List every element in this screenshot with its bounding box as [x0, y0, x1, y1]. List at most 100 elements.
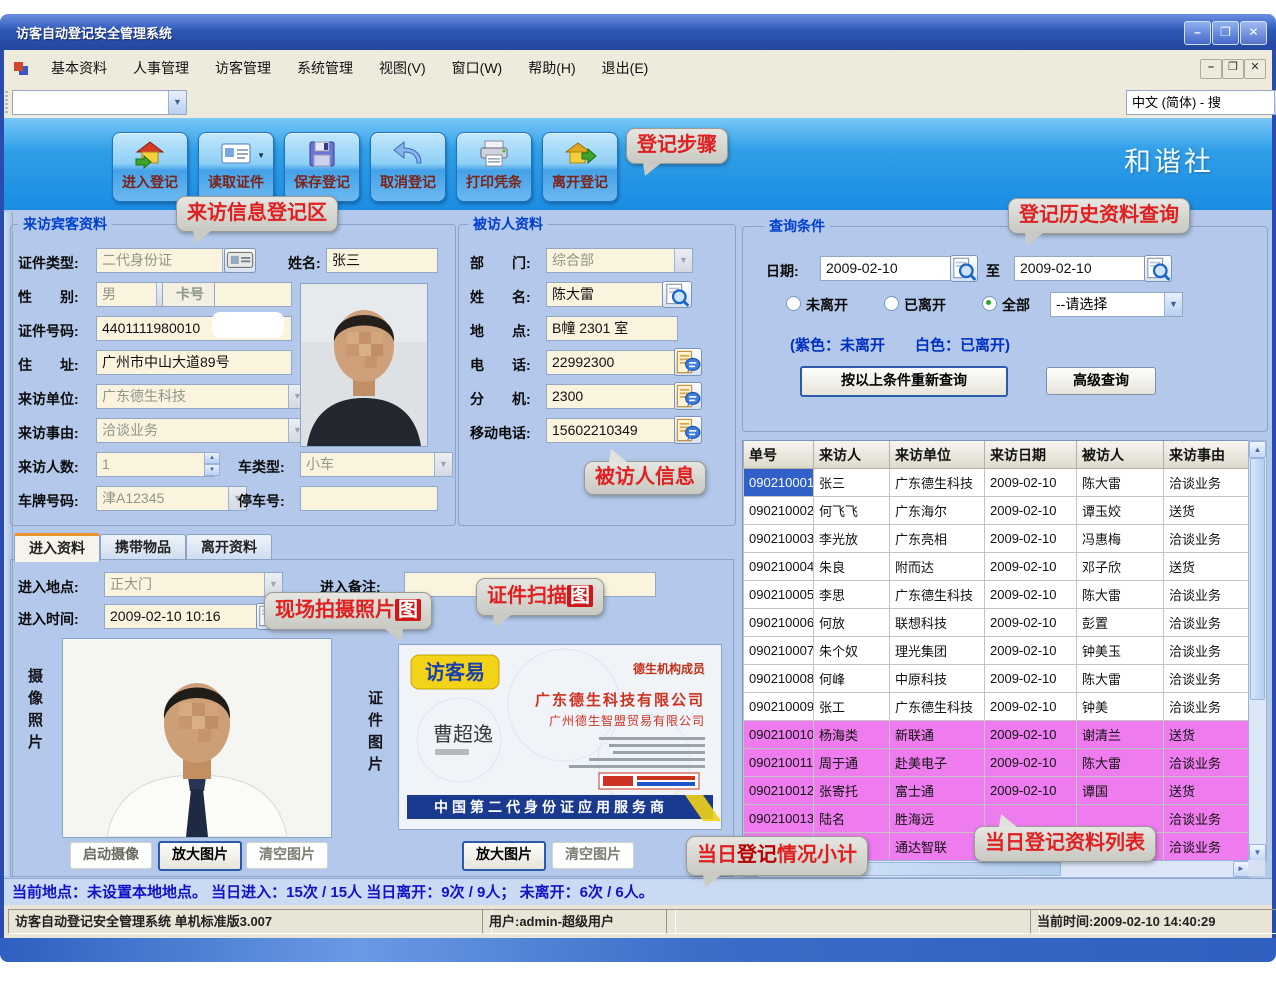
status-select[interactable]: --请选择▼ — [1050, 292, 1183, 317]
card-zoom-button[interactable]: 放大图片 — [462, 841, 546, 871]
enter-place-select[interactable]: 正大门▼ — [104, 572, 283, 597]
table-row[interactable]: 090210012张寄托富士通2009-02-10谭国送货 — [744, 777, 1250, 805]
plate-no-select[interactable]: 津A12345▼ — [96, 486, 247, 511]
table-row[interactable]: 090210008何峰中原科技2009-02-10陈大雷洽谈业务 — [744, 665, 1250, 693]
toolbar-grip[interactable] — [5, 91, 8, 113]
menu-item-2[interactable]: 人事管理 — [120, 58, 202, 78]
ext-note-button[interactable] — [674, 382, 702, 410]
requery-button[interactable]: 按以上条件重新查询 — [800, 366, 1008, 397]
table-vscrollbar[interactable]: ▲ ▼ — [1248, 440, 1267, 862]
table-row[interactable]: 090210006何放联想科技2009-02-10彭置洽谈业务 — [744, 609, 1250, 637]
menu-item-3[interactable]: 访客管理 — [202, 58, 284, 78]
table-row[interactable]: 090210004朱良附而达2009-02-10邓子欣送货 — [744, 553, 1250, 581]
language-select[interactable]: 中文 (简体) - 搜▼ — [1126, 90, 1276, 115]
phone-input[interactable]: 22992300 — [546, 350, 678, 375]
parking-no-input[interactable] — [300, 486, 438, 511]
mobile-input[interactable]: 15602210349 — [546, 418, 678, 443]
visitor-name-input[interactable]: 张三 — [326, 248, 438, 273]
column-header[interactable]: 来访日期 — [985, 441, 1077, 469]
table-row[interactable]: 090210005李思广东德生科技2009-02-10陈大雷洽谈业务 — [744, 581, 1250, 609]
table-row[interactable]: 090210003李光放广东亮相2009-02-10冯惠梅洽谈业务 — [744, 525, 1250, 553]
photo-clear-button[interactable]: 清空图片 — [246, 842, 328, 869]
column-header[interactable]: 被访人 — [1077, 441, 1164, 469]
tab-enter-info[interactable]: 进入资料 — [14, 533, 100, 562]
cert-type-select[interactable]: 二代身份证▼ — [96, 248, 241, 273]
table-row[interactable]: 090210002何飞飞广东海尔2009-02-10谭玉姣送货 — [744, 497, 1250, 525]
start-camera-button[interactable]: 启动摄像 — [70, 842, 152, 869]
vscroll-thumb[interactable] — [1250, 458, 1265, 700]
toolbar-button-4[interactable]: 取消登记 — [370, 132, 446, 202]
chevron-down-icon[interactable]: ▼ — [434, 453, 452, 476]
column-header[interactable]: 单号 — [744, 441, 814, 469]
table-row[interactable]: 090210009张工广东德生科技2009-02-10钟美洽谈业务 — [744, 693, 1250, 721]
visit-company-select[interactable]: 广东德生科技▼ — [96, 384, 307, 409]
scroll-right-icon[interactable]: ► — [1233, 861, 1249, 877]
interviewee-search-button[interactable] — [662, 281, 692, 308]
toolbar-button-5[interactable]: 打印凭条 — [456, 132, 532, 202]
card-no-button[interactable]: 卡号 — [162, 282, 218, 307]
chevron-down-icon[interactable]: ▼ — [168, 91, 186, 114]
phone-note-button[interactable] — [674, 348, 702, 376]
enter-time-input[interactable]: 2009-02-10 10:16 — [104, 604, 264, 629]
date-label: 日期: — [766, 261, 799, 281]
visit-reason-select[interactable]: 洽谈业务▼ — [96, 418, 307, 443]
toolbar-button-3[interactable]: 保存登记 — [284, 132, 360, 202]
table-row[interactable]: 090210001张三广东德生科技2009-02-10陈大雷洽谈业务 — [744, 469, 1250, 497]
menu-item-8[interactable]: 退出(E) — [589, 58, 662, 78]
minimize-button[interactable]: – — [1184, 21, 1211, 45]
scroll-down-icon[interactable]: ▼ — [1249, 844, 1266, 861]
save-register-icon — [305, 139, 339, 169]
date-to-picker-button[interactable] — [1144, 255, 1172, 282]
toolbar-button-label: 进入登记 — [113, 172, 187, 192]
restore-button[interactable]: ❐ — [1212, 21, 1239, 45]
dept-select[interactable]: 综合部▼ — [546, 248, 693, 273]
chevron-down-icon[interactable]: ▼ — [1164, 293, 1182, 316]
menu-item-6[interactable]: 窗口(W) — [439, 58, 516, 78]
column-header[interactable]: 来访人 — [814, 441, 890, 469]
ext-input[interactable]: 2300 — [546, 384, 678, 409]
date-from-picker-button[interactable] — [950, 255, 978, 282]
enter-place-label: 进入地点: — [18, 577, 79, 597]
quick-combo[interactable]: ▼ — [12, 90, 187, 115]
date-from-input[interactable]: 2009-02-10 — [820, 256, 958, 281]
tab-carried-items[interactable]: 携带物品 — [100, 534, 186, 560]
toolbar-button-1[interactable]: 进入登记 — [112, 132, 188, 202]
radio-left[interactable] — [884, 296, 899, 311]
column-header[interactable]: 来访事由 — [1164, 441, 1250, 469]
query-group-title: 查询条件 — [764, 218, 830, 234]
advanced-query-button[interactable]: 高级查询 — [1046, 367, 1156, 395]
interviewee-name-input[interactable]: 陈大雷 — [546, 282, 668, 307]
location-input[interactable]: B幢 2301 室 — [546, 316, 678, 341]
table-row[interactable]: 090210007朱个奴理光集团2009-02-10钟美玉洽谈业务 — [744, 637, 1250, 665]
menu-item-4[interactable]: 系统管理 — [284, 58, 366, 78]
mdi-restore-button[interactable]: ❐ — [1222, 59, 1244, 79]
card-no-input[interactable] — [214, 282, 292, 307]
dropdown-caret-icon[interactable]: ▼ — [257, 151, 265, 160]
menu-item-1[interactable]: 基本资料 — [38, 58, 120, 78]
tab-leave-info[interactable]: 离开资料 — [186, 534, 272, 560]
mdi-close-button[interactable]: ✕ — [1244, 59, 1266, 79]
card-clear-button[interactable]: 清空图片 — [552, 842, 634, 869]
card-read-button[interactable] — [224, 248, 256, 273]
phone-note-icon — [675, 349, 701, 375]
visitor-count-stepper[interactable]: 1 — [96, 452, 214, 477]
close-button[interactable]: ✕ — [1240, 21, 1267, 45]
table-row[interactable]: 090210011周于通赴美电子2009-02-10陈大雷洽谈业务 — [744, 749, 1250, 777]
toolbar-button-2[interactable]: ▼读取证件 — [198, 132, 274, 202]
radio-not-left[interactable] — [786, 296, 801, 311]
chevron-down-icon[interactable]: ▼ — [674, 249, 692, 272]
table-row[interactable]: 090210010杨海类新联通2009-02-10谢清兰送货 — [744, 721, 1250, 749]
menu-item-7[interactable]: 帮助(H) — [515, 58, 588, 78]
radio-all[interactable] — [982, 296, 997, 311]
photo-zoom-button[interactable]: 放大图片 — [158, 841, 242, 871]
mobile-note-button[interactable] — [674, 416, 702, 444]
scroll-up-icon[interactable]: ▲ — [1249, 441, 1266, 458]
address-input[interactable]: 广州市中山大道89号 — [96, 350, 292, 375]
mdi-minimize-button[interactable]: – — [1200, 59, 1222, 79]
stepper-arrows-icon[interactable]: ▲▼ — [204, 452, 220, 475]
vehicle-type-select[interactable]: 小车▼ — [300, 452, 453, 477]
date-to-input[interactable]: 2009-02-10 — [1014, 256, 1152, 281]
menu-item-5[interactable]: 视图(V) — [366, 58, 439, 78]
column-header[interactable]: 来访单位 — [890, 441, 985, 469]
toolbar-button-6[interactable]: 离开登记 — [542, 132, 618, 202]
